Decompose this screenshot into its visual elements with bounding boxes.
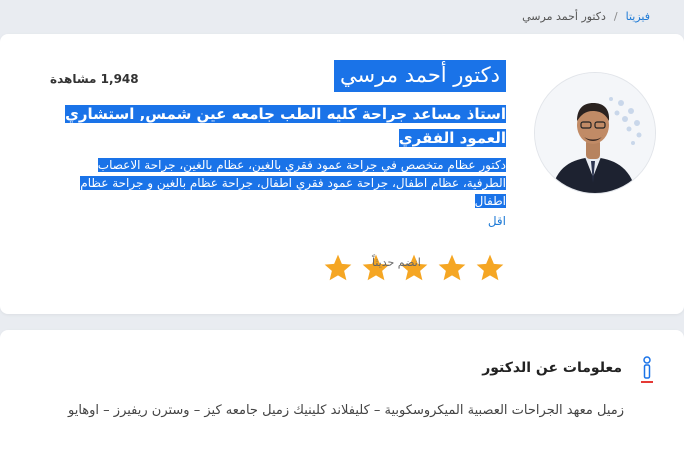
doctor-profile-card: دكتور أحمد مرسي 1,948 مشاهدة استاذ مساعد… bbox=[0, 34, 684, 314]
doctor-description: دكتور عظام متخصص في جراحة عمود فقري بالغ… bbox=[66, 156, 506, 210]
doctor-info-card: معلومات عن الدكتور زميل معهد الجراحات ال… bbox=[0, 330, 684, 473]
info-heading: معلومات عن الدكتور bbox=[482, 360, 622, 376]
doctor-photo-icon bbox=[535, 73, 655, 193]
info-icon bbox=[641, 356, 653, 383]
info-text: زميل معهد الجراحات العصبية الميكروسكوبية… bbox=[67, 403, 624, 418]
breadcrumb-current: دكتور أحمد مرسي bbox=[522, 10, 606, 23]
doctor-title-text: استاذ مساعد جراحة كليه الطب جامعه عين شم… bbox=[65, 105, 506, 147]
doctor-avatar bbox=[534, 72, 656, 194]
doctor-description-text: دكتور عظام متخصص في جراحة عمود فقري بالغ… bbox=[80, 158, 506, 208]
joined-recently-label: انضم حديثاً bbox=[372, 256, 421, 269]
doctor-name: دكتور أحمد مرسي bbox=[334, 60, 506, 92]
breadcrumb-home-link[interactable]: فيزيتا bbox=[626, 10, 650, 23]
doctor-title: استاذ مساعد جراحة كليه الطب جامعه عين شم… bbox=[50, 102, 506, 150]
show-less-link[interactable]: اقل bbox=[488, 214, 506, 228]
star-icon bbox=[476, 254, 504, 281]
views-count: 1,948 مشاهدة bbox=[50, 72, 139, 86]
breadcrumb: فيزيتا / دكتور أحمد مرسي bbox=[522, 10, 650, 23]
star-icon bbox=[438, 254, 466, 281]
breadcrumb-separator: / bbox=[613, 10, 618, 23]
star-icon bbox=[324, 254, 352, 281]
